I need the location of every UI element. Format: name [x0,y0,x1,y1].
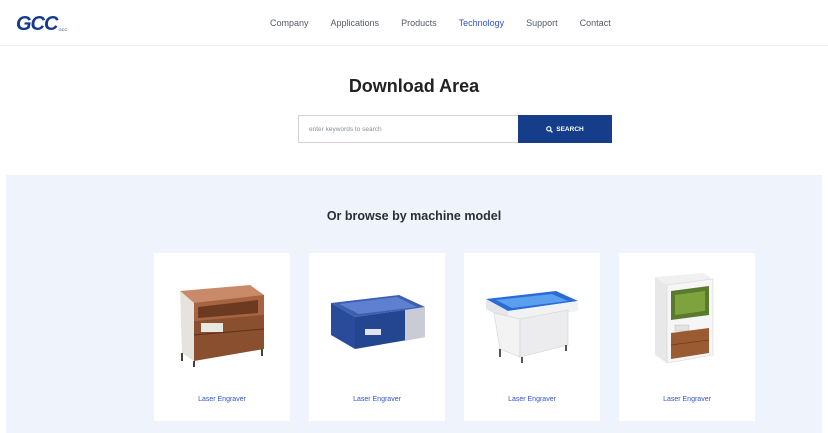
header: GCC GCC Company Applications Products Te… [0,0,828,46]
search-button-label: SEARCH [556,125,584,133]
machine-card[interactable]: Laser Engraver [464,253,600,421]
page: GCC GCC Company Applications Products Te… [0,0,828,433]
logo-text: GCC [16,13,58,35]
browse-title: Or browse by machine model [326,209,502,223]
machine-card[interactable]: Laser Engraver [154,253,290,421]
card-label: Laser Engraver [198,396,246,403]
search-button[interactable]: SEARCH [518,115,612,143]
nav-contact[interactable]: Contact [580,17,611,29]
card-label: Laser Engraver [663,396,711,403]
white-blue-laser-engraver-image [486,291,578,363]
nav-applications[interactable]: Applications [331,17,380,29]
search-input[interactable] [298,115,518,143]
nav-support[interactable]: Support [526,17,558,29]
browse-section: Or browse by machine model Laser Engrave… [6,175,822,433]
card-label: Laser Engraver [508,396,556,403]
search-bar: SEARCH [298,115,612,143]
brown-laser-engraver-image [180,285,265,367]
nav-products[interactable]: Products [401,17,437,29]
machine-card[interactable]: Laser Engraver [309,253,445,421]
gcc-logo[interactable]: GCC GCC [16,12,67,34]
enclosed-laser-engraver-image [655,273,714,364]
search-icon [546,125,554,133]
machine-card[interactable]: Laser Engraver [619,253,755,421]
main-nav: Company Applications Products Technology… [270,17,633,29]
page-title: Download Area [348,76,480,96]
nav-technology[interactable]: Technology [459,17,505,29]
card-label: Laser Engraver [353,396,401,403]
blue-laser-engraver-image [331,295,425,349]
logo-subtext: GCC [58,27,68,32]
nav-company[interactable]: Company [270,17,309,29]
